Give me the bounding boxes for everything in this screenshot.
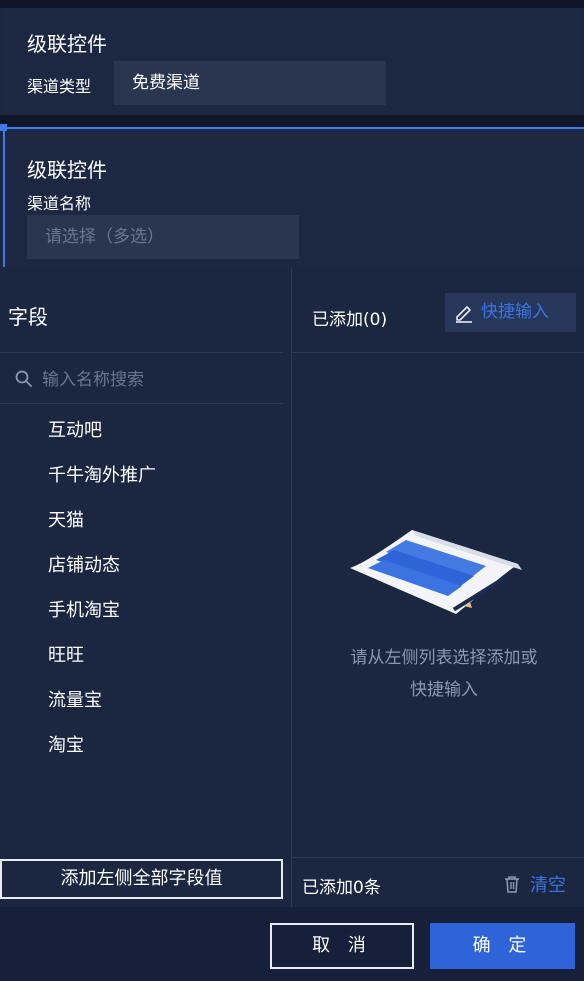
field-list-panel: 字段 互动吧 千牛淘外推广 天猫 店铺动态 手机淘宝 旺旺 流量宝 淘宝 添加左… [0, 267, 291, 907]
divider [292, 857, 584, 858]
list-item[interactable]: 流量宝 [48, 686, 102, 712]
clear-label: 清空 [530, 875, 566, 896]
clear-button[interactable]: 清空 [502, 871, 566, 897]
empty-hint: 请从左侧列表选择添加或 快捷输入 [322, 642, 566, 706]
cancel-button[interactable]: 取 消 [270, 923, 414, 969]
empty-hint-line1: 请从左侧列表选择添加或 [350, 648, 538, 668]
cascade-card-channel-type: 级联控件 渠道类型 免费渠道 [3, 8, 581, 115]
list-item[interactable]: 千牛淘外推广 [48, 461, 156, 487]
list-item[interactable]: 店铺动态 [48, 551, 120, 577]
quick-input-label: 快捷输入 [481, 302, 549, 322]
section-gap [0, 115, 584, 127]
list-item[interactable]: 互动吧 [48, 416, 102, 442]
search-box [0, 357, 283, 403]
empty-hint-line2: 快捷输入 [410, 680, 478, 700]
cascade-card-channel-name: 级联控件 渠道名称 请选择（多选） [0, 124, 584, 267]
selection-handle[interactable] [0, 124, 7, 131]
divider [292, 352, 584, 353]
top-strip [0, 0, 584, 8]
selected-panel: 已添加(0) 快捷输入 请从左侧列表选择添加或 快捷输入 已添加0条 清空 [292, 267, 584, 907]
trash-icon [505, 876, 519, 893]
footer-added-count: 已添加0条 [302, 878, 381, 898]
channel-type-select[interactable]: 免费渠道 [114, 61, 386, 105]
pencil-icon [456, 306, 472, 323]
channel-name-select[interactable]: 请选择（多选） [27, 215, 299, 259]
added-count: 已添加(0) [312, 310, 388, 330]
list-item[interactable]: 手机淘宝 [48, 596, 120, 622]
list-item[interactable]: 旺旺 [48, 641, 84, 667]
card-title: 级联控件 [27, 32, 107, 56]
channel-name-label: 渠道名称 [27, 194, 92, 213]
search-input[interactable] [42, 366, 272, 394]
divider [0, 403, 283, 404]
empty-list-illustration [350, 530, 522, 614]
panel-title: 字段 [8, 305, 48, 329]
add-all-fields-button[interactable]: 添加左侧全部字段值 [0, 859, 283, 899]
list-item[interactable]: 天猫 [48, 506, 84, 532]
search-icon [15, 370, 32, 387]
channel-type-label: 渠道类型 [27, 77, 92, 96]
quick-input-button[interactable]: 快捷输入 [445, 293, 576, 332]
confirm-button[interactable]: 确 定 [430, 923, 575, 969]
list-item[interactable]: 淘宝 [48, 731, 84, 757]
card-title: 级联控件 [27, 158, 107, 182]
divider [0, 352, 283, 353]
